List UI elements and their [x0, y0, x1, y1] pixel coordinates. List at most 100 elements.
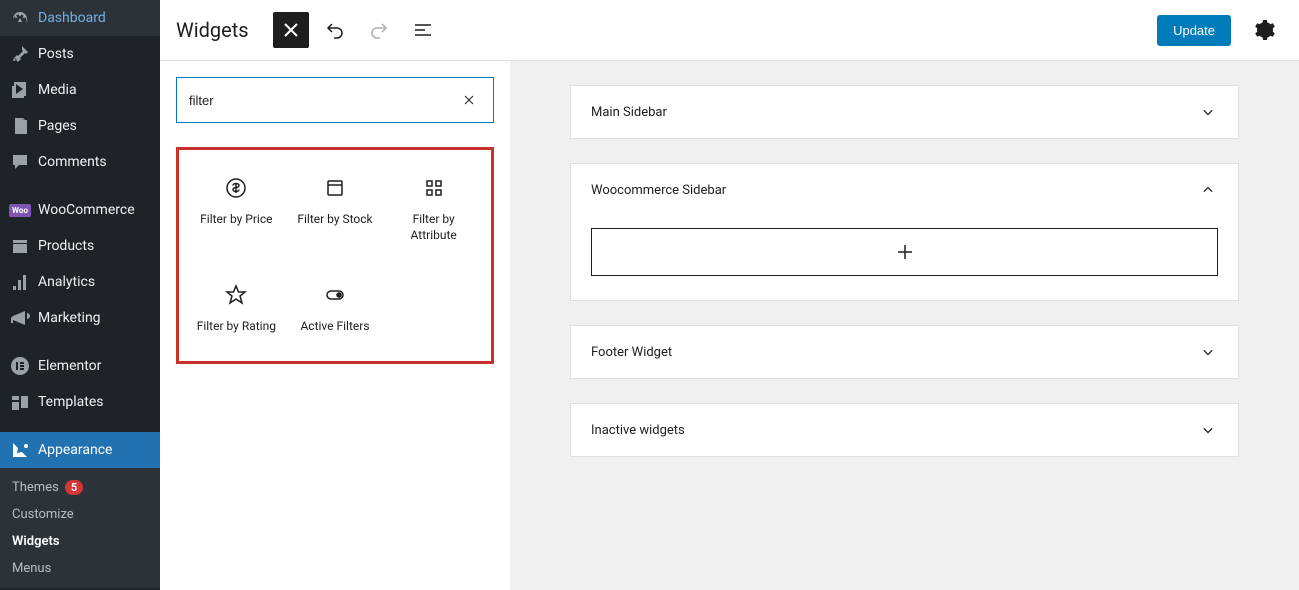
- appearance-submenu: Themes 5 Customize Widgets Menus: [0, 468, 160, 588]
- redo-button[interactable]: [361, 12, 397, 48]
- block-label: Filter by Stock: [297, 212, 372, 228]
- block-label: Filter by Attribute: [388, 212, 479, 243]
- widget-area-title: Main Sidebar: [591, 105, 667, 120]
- pages-icon: [10, 116, 30, 136]
- sidebar-item-templates[interactable]: Templates: [0, 384, 160, 420]
- sidebar-item-media[interactable]: Media: [0, 72, 160, 108]
- close-icon: [461, 92, 477, 108]
- search-clear-button[interactable]: [457, 88, 481, 112]
- widget-area-header[interactable]: Footer Widget: [571, 326, 1238, 378]
- block-filter-by-price[interactable]: Filter by Price: [187, 164, 286, 255]
- widget-area-main-sidebar: Main Sidebar: [570, 85, 1239, 139]
- sidebar-item-label: Dashboard: [38, 10, 106, 26]
- sidebar-item-dashboard[interactable]: Dashboard: [0, 0, 160, 36]
- elementor-icon: [10, 356, 30, 376]
- sidebar-item-label: Pages: [38, 118, 77, 134]
- main-area: Widgets Update: [160, 0, 1299, 590]
- submenu-label: Widgets: [12, 534, 60, 549]
- templates-icon: [10, 392, 30, 412]
- sidebar-item-marketing[interactable]: Marketing: [0, 300, 160, 336]
- sidebar-item-elementor[interactable]: Elementor: [0, 348, 160, 384]
- chevron-up-icon: [1198, 180, 1218, 200]
- comments-icon: [10, 152, 30, 172]
- star-icon: [224, 283, 248, 307]
- widget-area-header[interactable]: Woocommerce Sidebar: [571, 164, 1238, 216]
- gear-icon: [1253, 18, 1277, 42]
- list-view-icon: [411, 18, 435, 42]
- widget-areas-panel: Main Sidebar Woocommerce Sidebar Footer: [510, 61, 1299, 590]
- block-label: Active Filters: [300, 319, 369, 335]
- block-results-grid: Filter by Price Filter by Stock Filter b…: [176, 147, 494, 364]
- chevron-down-icon: [1198, 420, 1218, 440]
- block-active-filters[interactable]: Active Filters: [286, 271, 385, 347]
- sidebar-item-label: Analytics: [38, 274, 95, 290]
- block-inserter-panel: Filter by Price Filter by Stock Filter b…: [160, 61, 510, 590]
- dashboard-icon: [10, 8, 30, 28]
- submenu-label: Customize: [12, 507, 74, 522]
- sidebar-item-label: Templates: [38, 394, 104, 410]
- media-icon: [10, 80, 30, 100]
- submenu-item-customize[interactable]: Customize: [0, 501, 160, 528]
- block-filter-by-rating[interactable]: Filter by Rating: [187, 271, 286, 347]
- list-view-button[interactable]: [405, 12, 441, 48]
- themes-badge: 5: [65, 480, 83, 495]
- editor-header: Widgets Update: [160, 0, 1299, 61]
- undo-icon: [323, 18, 347, 42]
- submenu-item-menus[interactable]: Menus: [0, 555, 160, 582]
- submenu-label: Menus: [12, 561, 51, 576]
- widget-area-woocommerce-sidebar: Woocommerce Sidebar: [570, 163, 1239, 301]
- sidebar-item-products[interactable]: Products: [0, 228, 160, 264]
- sidebar-item-appearance[interactable]: Appearance: [0, 432, 160, 468]
- submenu-item-widgets[interactable]: Widgets: [0, 528, 160, 555]
- products-icon: [10, 236, 30, 256]
- admin-sidebar: Dashboard Posts Media Pages Comments Woo…: [0, 0, 160, 590]
- block-filter-by-attribute[interactable]: Filter by Attribute: [384, 164, 483, 255]
- widget-area-header[interactable]: Main Sidebar: [571, 86, 1238, 138]
- sidebar-item-posts[interactable]: Posts: [0, 36, 160, 72]
- sidebar-item-label: Elementor: [38, 358, 101, 374]
- widget-area-footer-widget: Footer Widget: [570, 325, 1239, 379]
- sidebar-item-label: WooCommerce: [38, 202, 135, 218]
- redo-icon: [367, 18, 391, 42]
- add-block-button[interactable]: [591, 228, 1218, 276]
- pin-icon: [10, 44, 30, 64]
- currency-dollar-icon: [224, 176, 248, 200]
- settings-button[interactable]: [1247, 12, 1283, 48]
- submenu-item-themes[interactable]: Themes 5: [0, 474, 160, 501]
- toggle-icon: [323, 283, 347, 307]
- sidebar-item-comments[interactable]: Comments: [0, 144, 160, 180]
- block-search-input[interactable]: [189, 93, 457, 108]
- page-title: Widgets: [176, 18, 249, 42]
- widget-area-title: Woocommerce Sidebar: [591, 183, 726, 198]
- sidebar-item-label: Products: [38, 238, 94, 254]
- block-search-box: [176, 77, 494, 123]
- sidebar-item-analytics[interactable]: Analytics: [0, 264, 160, 300]
- marketing-icon: [10, 308, 30, 328]
- editor-content: Filter by Price Filter by Stock Filter b…: [160, 61, 1299, 590]
- block-label: Filter by Rating: [197, 319, 276, 335]
- chevron-down-icon: [1198, 342, 1218, 362]
- widget-area-body: [571, 216, 1238, 300]
- grid-icon: [422, 176, 446, 200]
- update-button[interactable]: Update: [1157, 15, 1231, 46]
- sidebar-item-label: Posts: [38, 46, 74, 62]
- sidebar-item-label: Media: [38, 82, 77, 98]
- woocommerce-icon: Woo: [10, 200, 30, 220]
- close-icon: [279, 18, 303, 42]
- widget-area-header[interactable]: Inactive widgets: [571, 404, 1238, 456]
- chevron-down-icon: [1198, 102, 1218, 122]
- block-filter-by-stock[interactable]: Filter by Stock: [286, 164, 385, 255]
- block-label: Filter by Price: [200, 212, 272, 228]
- submenu-label: Themes: [12, 480, 59, 495]
- sidebar-item-label: Appearance: [38, 442, 112, 458]
- close-inserter-button[interactable]: [273, 12, 309, 48]
- sidebar-item-woocommerce[interactable]: Woo WooCommerce: [0, 192, 160, 228]
- sidebar-item-label: Comments: [38, 154, 107, 170]
- box-icon: [323, 176, 347, 200]
- plus-icon: [893, 240, 917, 264]
- sidebar-item-pages[interactable]: Pages: [0, 108, 160, 144]
- widget-area-title: Inactive widgets: [591, 423, 685, 438]
- undo-button[interactable]: [317, 12, 353, 48]
- sidebar-item-label: Marketing: [38, 310, 101, 326]
- widget-area-inactive-widgets: Inactive widgets: [570, 403, 1239, 457]
